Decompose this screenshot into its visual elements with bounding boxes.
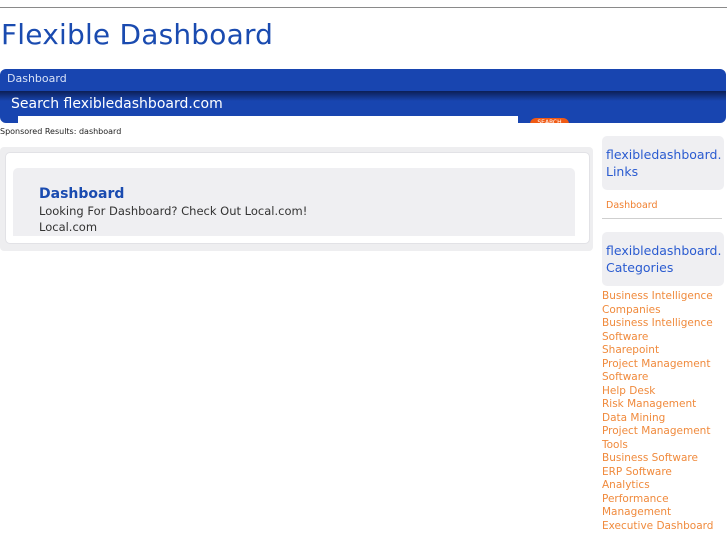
sponsored-results-label: Sponsored Results: dashboard: [0, 127, 122, 136]
category-item: Project Management Software: [602, 358, 727, 385]
links-box-title-line2: Links: [606, 164, 639, 179]
category-item: Analytics: [602, 479, 727, 493]
category-item: Executive Dashboard: [602, 520, 727, 534]
category-link[interactable]: Risk Management: [602, 398, 727, 412]
category-link[interactable]: Data Mining: [602, 412, 727, 426]
ad-description: Looking For Dashboard? Check Out Local.c…: [39, 204, 308, 218]
category-link[interactable]: Business Intelligence Software: [602, 317, 727, 344]
category-link[interactable]: ERP Software: [602, 466, 727, 480]
category-item: Business Intelligence Software: [602, 317, 727, 344]
category-link[interactable]: Analytics: [602, 479, 727, 493]
category-link[interactable]: Business Software: [602, 452, 727, 466]
ad-url[interactable]: Local.com: [39, 220, 97, 234]
ad-item-background: [13, 168, 575, 236]
category-item: Sharepoint: [602, 344, 727, 358]
category-link[interactable]: Help Desk: [602, 385, 727, 399]
top-divider: [0, 7, 727, 8]
nav-link-dashboard[interactable]: Dashboard: [7, 72, 67, 85]
ad-title-link[interactable]: Dashboard: [39, 186, 124, 202]
categories-box-title: flexibledashboard. Categories: [606, 242, 721, 276]
site-title[interactable]: Flexible Dashboard: [1, 18, 273, 51]
categories-box-title-line1: flexibledashboard.: [606, 243, 722, 258]
sidebar-divider: [602, 218, 722, 219]
category-link[interactable]: Project Management Software: [602, 358, 727, 385]
category-link[interactable]: Business Intelligence Companies: [602, 290, 727, 317]
links-box-title-line1: flexibledashboard.: [606, 147, 722, 162]
category-item: ERP Software: [602, 466, 727, 480]
category-link[interactable]: Performance Management: [602, 493, 727, 520]
category-item: Risk Management: [602, 398, 727, 412]
category-item: Business Software: [602, 452, 727, 466]
search-label: Search flexibledashboard.com: [11, 96, 223, 112]
category-item: Project Management Tools: [602, 425, 727, 452]
category-link[interactable]: Executive Dashboard: [602, 520, 727, 534]
category-list: Business Intelligence Companies Business…: [602, 290, 727, 533]
category-item: Business Intelligence Companies: [602, 290, 727, 317]
links-box-title: flexibledashboard. Links: [606, 146, 721, 180]
category-link[interactable]: Project Management Tools: [602, 425, 727, 452]
category-item: Help Desk: [602, 385, 727, 399]
sidebar-link-dashboard[interactable]: Dashboard: [606, 200, 658, 211]
categories-box-title-line2: Categories: [606, 260, 674, 275]
category-item: Performance Management: [602, 493, 727, 520]
category-link[interactable]: Sharepoint: [602, 344, 727, 358]
category-item: Data Mining: [602, 412, 727, 426]
